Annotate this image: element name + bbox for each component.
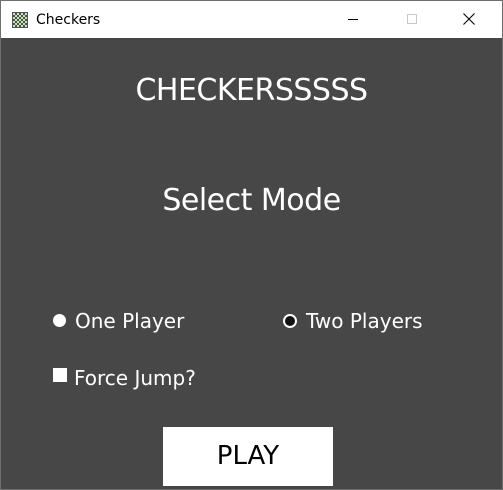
force-jump-checkbox[interactable]	[53, 368, 67, 382]
one-player-radio[interactable]	[53, 314, 66, 327]
main-panel: CHECKERSSSSS Select Mode One Player Two …	[1, 38, 502, 489]
title-bar[interactable]: Checkers	[1, 1, 502, 38]
minimize-button[interactable]	[330, 1, 376, 38]
two-players-radio[interactable]	[283, 314, 297, 328]
checkerboard-icon	[12, 12, 28, 28]
close-icon	[463, 13, 475, 25]
select-mode-heading: Select Mode	[162, 183, 341, 218]
minimize-icon	[348, 19, 358, 20]
app-window: Checkers CHECKERSSSSS Select Mode One Pl…	[0, 0, 503, 490]
maximize-icon	[407, 14, 417, 24]
close-button[interactable]	[446, 1, 492, 38]
two-players-label: Two Players	[306, 309, 423, 333]
maximize-button[interactable]	[388, 1, 434, 38]
game-title: CHECKERSSSSS	[135, 73, 368, 108]
force-jump-label: Force Jump?	[74, 366, 196, 390]
window-title: Checkers	[36, 12, 101, 28]
one-player-label: One Player	[75, 309, 185, 333]
play-button[interactable]: PLAY	[163, 427, 333, 486]
